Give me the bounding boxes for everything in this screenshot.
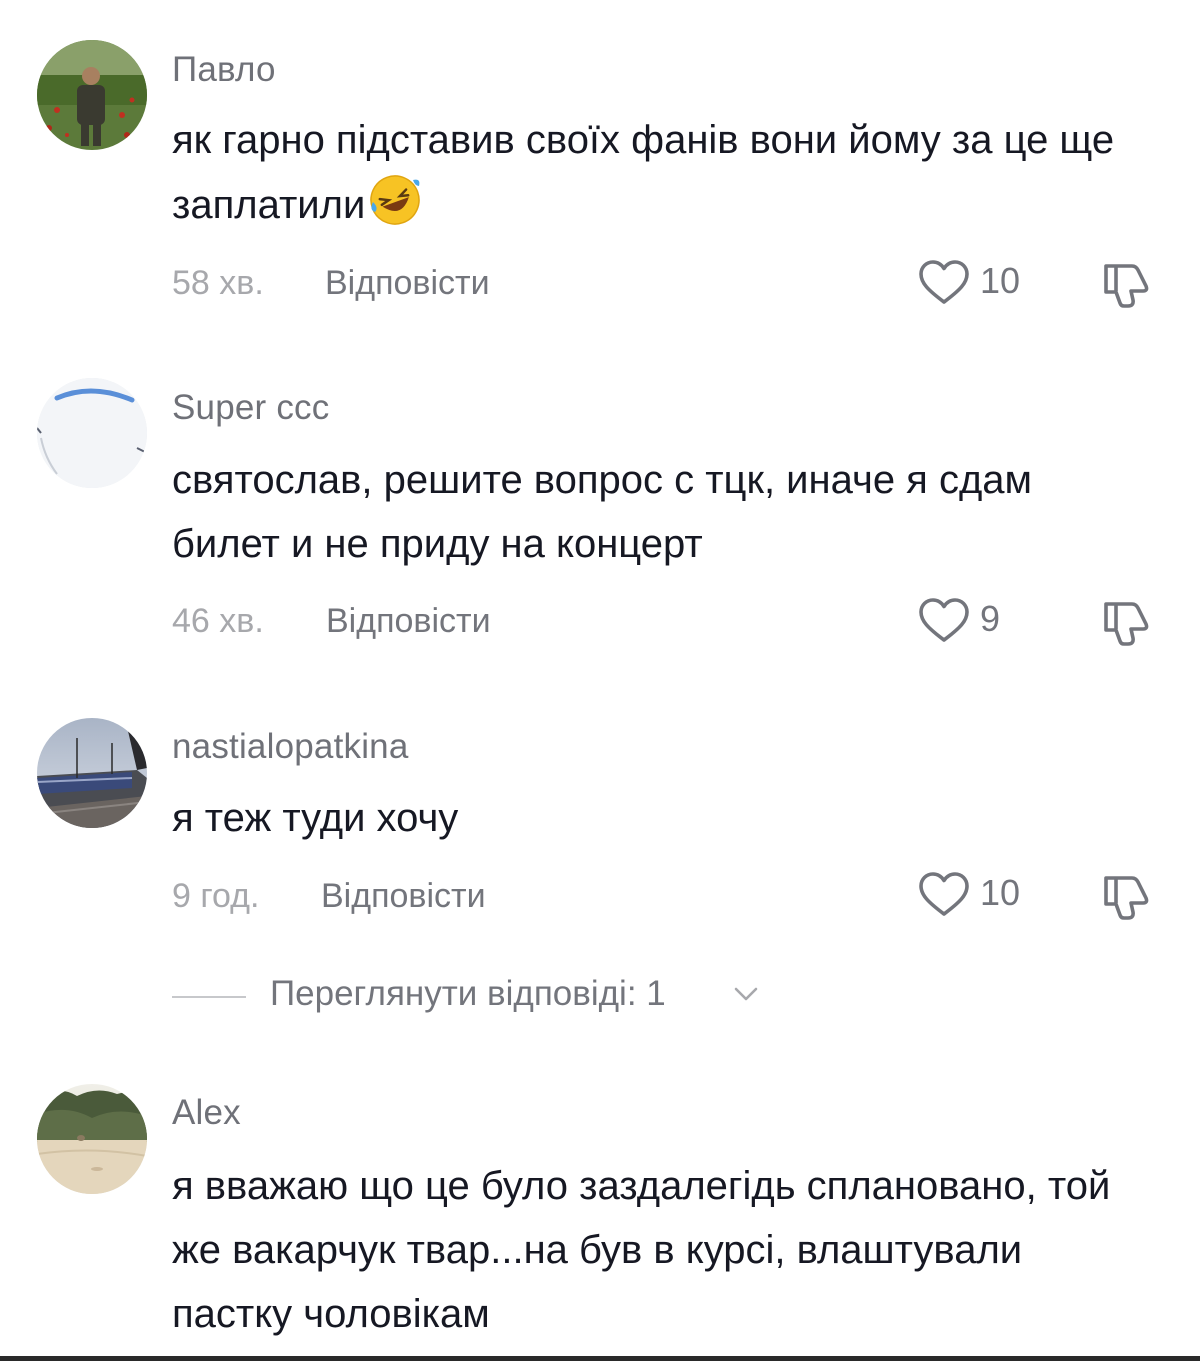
divider: [172, 996, 246, 998]
view-replies-label: Переглянути відповіді: 1: [270, 974, 666, 1013]
chevron-down-icon: [734, 987, 758, 1001]
avatar[interactable]: [37, 718, 147, 828]
username[interactable]: Super ccc: [172, 388, 329, 428]
avatar[interactable]: [37, 378, 147, 488]
comment-text: святослав, решите вопрос с тцк, иначе я …: [172, 458, 1033, 566]
comment-text: я вважаю що це було заздалегідь спланова…: [172, 1164, 1111, 1336]
thumbs-down-icon: [1104, 876, 1149, 920]
comment-text: я теж туди хочу: [172, 796, 459, 840]
like-count: 10: [980, 260, 1021, 301]
comment-text-content: як гарно підставив своїх фанів вони йому…: [172, 118, 1115, 227]
reply-button[interactable]: Відповісти: [325, 264, 490, 303]
dislike-button[interactable]: [1098, 868, 1158, 924]
heart-icon: [919, 260, 969, 304]
dislike-button[interactable]: [1098, 256, 1158, 312]
like-button[interactable]: 9: [916, 594, 1036, 650]
heart-icon: [919, 598, 969, 642]
like-button[interactable]: 10: [916, 868, 1036, 924]
comment-time: 58 хв.: [172, 264, 264, 302]
username[interactable]: Павло: [172, 50, 276, 90]
dislike-button[interactable]: [1098, 594, 1158, 650]
comment-time: 46 хв.: [172, 602, 264, 640]
username[interactable]: Alex: [172, 1093, 241, 1133]
reply-button[interactable]: Відповісти: [321, 877, 486, 916]
thumbs-down-icon: [1104, 602, 1149, 646]
reply-button[interactable]: Відповісти: [326, 602, 491, 641]
avatar[interactable]: [37, 1084, 147, 1194]
comment-text: як гарно підставив своїх фанів вони йому…: [172, 108, 1162, 237]
screen-edge: [0, 1356, 1200, 1361]
like-count: 9: [980, 598, 1001, 639]
like-count: 10: [980, 872, 1021, 913]
comment-time: 9 год.: [172, 877, 260, 915]
rolling-on-floor-laughing-emoji: [370, 175, 421, 225]
like-button[interactable]: 10: [916, 256, 1036, 312]
heart-icon: [919, 872, 969, 916]
username[interactable]: nastialopatkina: [172, 727, 409, 767]
view-replies-button[interactable]: Переглянути відповіді: 1: [172, 972, 872, 1022]
thumbs-down-icon: [1104, 264, 1149, 308]
avatar[interactable]: [37, 40, 147, 150]
